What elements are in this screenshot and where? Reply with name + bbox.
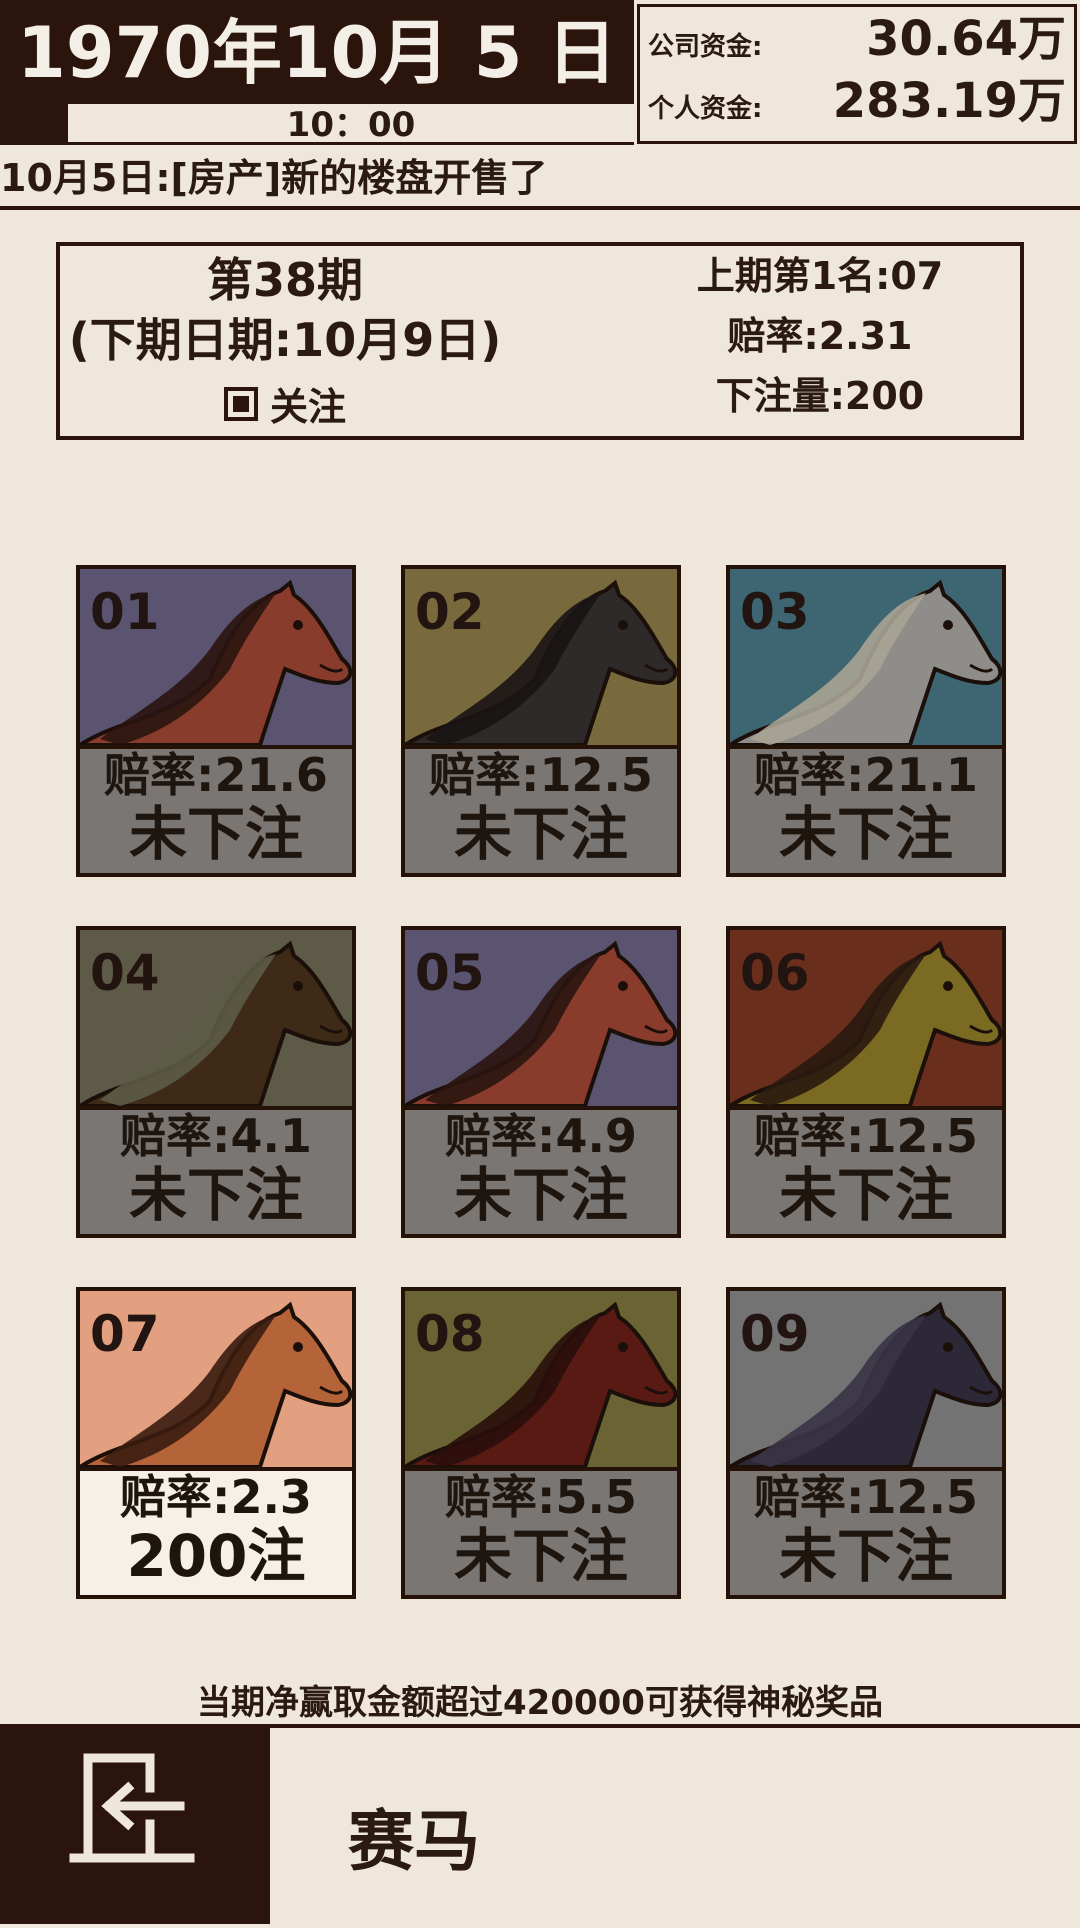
checkbox-icon[interactable] [223,386,258,421]
page-title: 赛马 [348,1803,480,1880]
follow-label: 关注 [269,385,346,429]
horse-bet-status: 未下注 [778,800,953,868]
horse-odds: 赔率:12.5 [754,1109,978,1163]
horse-card-08[interactable]: 08 赔率:5.5 未下注 [401,1287,681,1599]
horse-card-01[interactable]: 01 赔率:21.6 未下注 [76,565,356,877]
horse-bet-status: 未下注 [128,800,303,868]
horse-card-05[interactable]: 05 赔率:4.9 未下注 [401,926,681,1238]
horse-bet-status: 未下注 [778,1161,953,1229]
horse-portrait: 08 [405,1291,677,1471]
horse-portrait: 01 [80,569,352,749]
horse-portrait: 06 [730,930,1002,1110]
last-bet-volume: 下注量:200 [715,374,925,418]
last-odds: 赔率:2.31 [727,314,913,358]
horse-bet-status: 未下注 [778,1522,953,1590]
personal-funds-label: 个人资金: [648,94,763,124]
horse-number: 01 [90,583,160,641]
period-left: 第38期 (下期日期:10月9日) 关注 [60,250,510,431]
horse-card-02[interactable]: 02 赔率:12.5 未下注 [401,565,681,877]
horse-card-09[interactable]: 09 赔率:12.5 未下注 [726,1287,1006,1599]
horse-odds: 赔率:12.5 [429,748,653,802]
horse-portrait: 05 [405,930,677,1110]
horse-portrait: 07 [80,1291,352,1471]
horse-card-03[interactable]: 03 赔率:21.1 未下注 [726,565,1006,877]
exit-door-icon [69,1753,195,1863]
horse-portrait: 04 [80,930,352,1110]
company-funds-row: 公司资金: 30.64万 [648,9,1066,69]
horse-number: 07 [90,1305,160,1363]
period-right: 上期第1名:07 赔率:2.31 下注量:200 [640,246,1000,426]
company-funds-value: 30.64万 [866,11,1066,67]
horse-odds: 赔率:2.3 [120,1470,312,1524]
horse-card-04[interactable]: 04 赔率:4.1 未下注 [76,926,356,1238]
horse-bet-status: 未下注 [128,1161,303,1229]
next-period-date: (下期日期:10月9日) [68,313,502,367]
horse-number: 03 [740,583,810,641]
horse-number: 08 [415,1305,485,1363]
horse-number: 04 [90,944,160,1002]
horse-portrait: 02 [405,569,677,749]
horse-card-06[interactable]: 06 赔率:12.5 未下注 [726,926,1006,1238]
horse-number: 06 [740,944,810,1002]
company-funds-label: 公司资金: [648,32,763,62]
exit-button[interactable] [0,1728,270,1924]
horse-number: 09 [740,1305,810,1363]
news-ticker: 10月5日:[房产]新的楼盘开售了 [0,150,1080,210]
horse-odds: 赔率:21.1 [754,748,978,802]
follow-toggle[interactable]: 关注 [223,376,346,431]
date-panel: 1970年10月 5 日 10：00 [0,0,634,145]
horse-card-07[interactable]: 07 赔率:2.3 200注 [76,1287,356,1599]
horse-bet-status: 未下注 [453,1522,628,1590]
horse-bet-status: 未下注 [453,1161,628,1229]
period-title: 第38期 [206,253,363,307]
period-info-panel: 第38期 (下期日期:10月9日) 关注 上期第1名:07 赔率:2.31 下注… [56,242,1024,440]
horse-number: 05 [415,944,485,1002]
horse-bet-status: 200注 [126,1522,306,1590]
horse-odds: 赔率:4.9 [445,1109,637,1163]
horse-odds: 赔率:21.6 [104,748,328,802]
last-winner: 上期第1名:07 [696,254,944,298]
personal-funds-row: 个人资金: 283.19万 [648,71,1066,131]
horse-number: 02 [415,583,485,641]
game-date: 1970年10月 5 日 [17,12,617,94]
funds-panel: 公司资金: 30.64万 个人资金: 283.19万 [637,4,1077,144]
horse-portrait: 03 [730,569,1002,749]
horse-odds: 赔率:12.5 [754,1470,978,1524]
game-time: 10：00 [68,104,634,145]
promo-text: 当期净赢取金额超过420000可获得神秘奖品 [197,1683,883,1723]
horse-bet-status: 未下注 [453,800,628,868]
bottom-bar: 赛马 [0,1724,1080,1924]
personal-funds-value: 283.19万 [832,73,1066,129]
horse-portrait: 09 [730,1291,1002,1471]
horse-odds: 赔率:4.1 [120,1109,312,1163]
horse-odds: 赔率:5.5 [445,1470,637,1524]
